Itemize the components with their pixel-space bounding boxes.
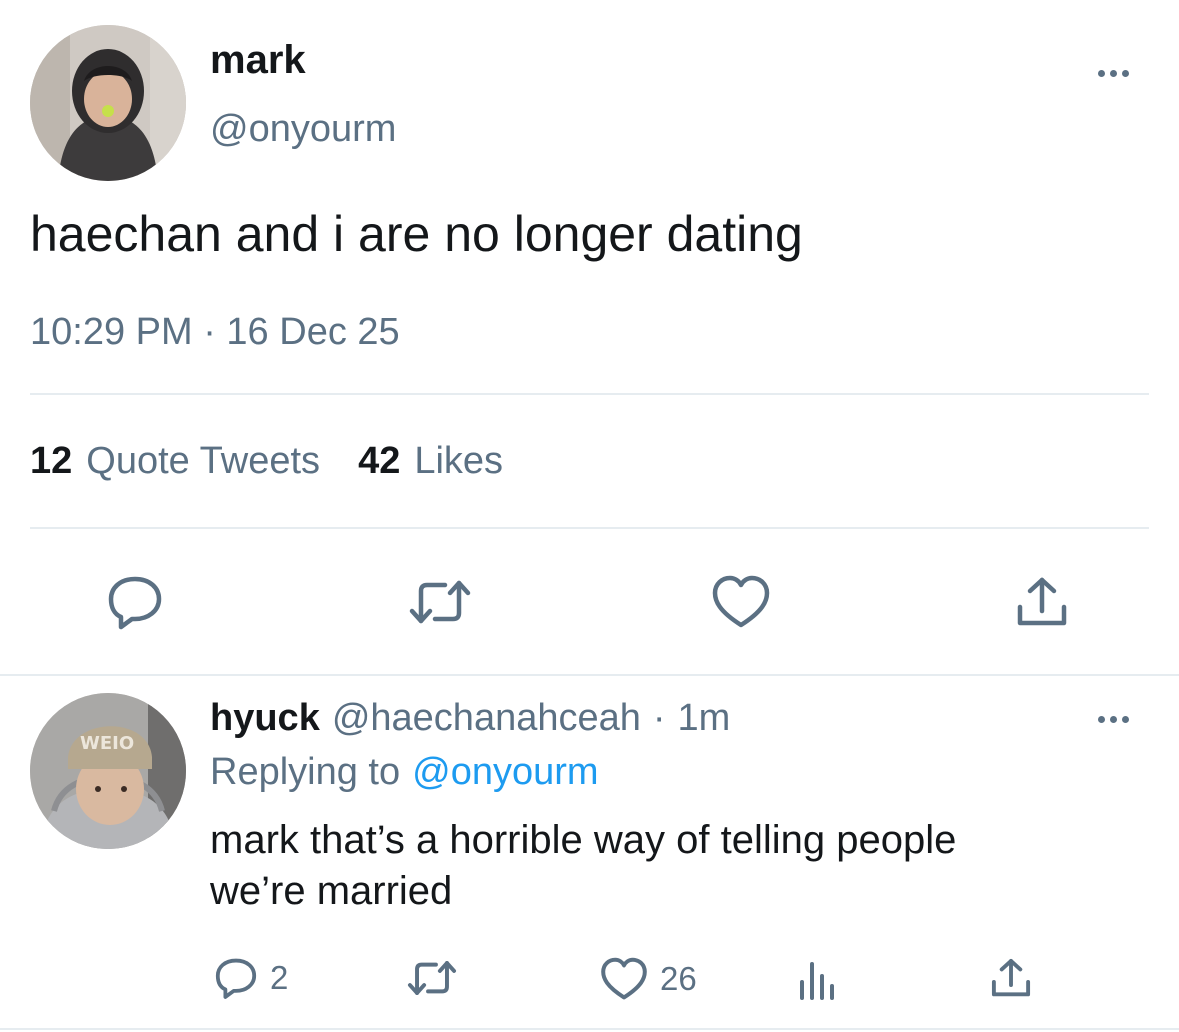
- section-divider: [0, 674, 1179, 676]
- main-tweet-more-icon[interactable]: [1098, 70, 1129, 77]
- reply-like-button[interactable]: 26: [600, 957, 697, 1001]
- avatar-hyuck[interactable]: WEIO: [30, 693, 186, 849]
- retweet-icon: [407, 961, 457, 995]
- svg-text:WEIO: WEIO: [80, 733, 134, 754]
- bottom-divider: [0, 1028, 1179, 1030]
- share-icon: [991, 958, 1031, 997]
- divider-middle: [30, 527, 1149, 529]
- reply-header: hyuck @haechanahceah · 1m: [210, 697, 730, 740]
- main-like-button[interactable]: [706, 570, 776, 634]
- likes-stat[interactable]: 42 Likes: [358, 440, 503, 483]
- likes-count: 42: [358, 440, 401, 482]
- reply-time[interactable]: 1m: [678, 697, 731, 740]
- quote-tweets-stat[interactable]: 12 Quote Tweets: [30, 440, 320, 483]
- reply-text-line-1: mark that’s a horrible way of telling pe…: [210, 818, 957, 862]
- main-share-button[interactable]: [1007, 570, 1077, 634]
- reply-display-name[interactable]: hyuck: [210, 697, 320, 740]
- reply-handle[interactable]: @haechanahceah: [332, 697, 641, 740]
- share-icon: [1017, 577, 1067, 626]
- replying-to-label: Replying to: [210, 751, 401, 793]
- main-tweet-text: haechan and i are no longer dating: [30, 206, 803, 262]
- avatar-mark-image: [30, 25, 186, 181]
- analytics-icon: [800, 962, 834, 1000]
- main-tweet-display-name[interactable]: mark: [210, 38, 306, 83]
- quote-tweets-count: 12: [30, 440, 73, 482]
- main-reply-button[interactable]: [100, 570, 170, 634]
- replying-to-line: Replying to @onyourm: [210, 751, 599, 794]
- reply-more-icon[interactable]: [1098, 716, 1129, 723]
- main-tweet-timestamp[interactable]: 10:29 PM · 16 Dec 25: [30, 311, 400, 354]
- divider-top: [30, 393, 1149, 395]
- replying-to-handle[interactable]: @onyourm: [412, 751, 598, 794]
- avatar-hyuck-image: WEIO: [30, 693, 186, 849]
- like-icon: [712, 575, 770, 628]
- main-tweet-stats: 12 Quote Tweets 42 Likes: [30, 440, 503, 483]
- retweet-icon: [409, 580, 471, 624]
- quote-tweets-label: Quote Tweets: [86, 440, 321, 482]
- reply-reply-button[interactable]: 2: [214, 956, 288, 1000]
- reply-icon: [108, 576, 162, 630]
- like-icon: [601, 957, 647, 1000]
- reply-separator: ·: [652, 697, 666, 739]
- reply-retweet-button[interactable]: [406, 958, 458, 1003]
- reply-share-button[interactable]: [990, 957, 1032, 1004]
- reply-text-line-2: we’re married: [210, 869, 453, 913]
- main-tweet-handle[interactable]: @onyourm: [210, 108, 396, 151]
- like-count: 26: [660, 960, 697, 997]
- reply-analytics-button[interactable]: [798, 960, 838, 1005]
- main-retweet-button[interactable]: [405, 570, 475, 634]
- reply-count: 2: [270, 959, 289, 996]
- reply-icon: [215, 958, 257, 999]
- likes-label: Likes: [414, 440, 504, 482]
- avatar-mark[interactable]: [30, 25, 186, 181]
